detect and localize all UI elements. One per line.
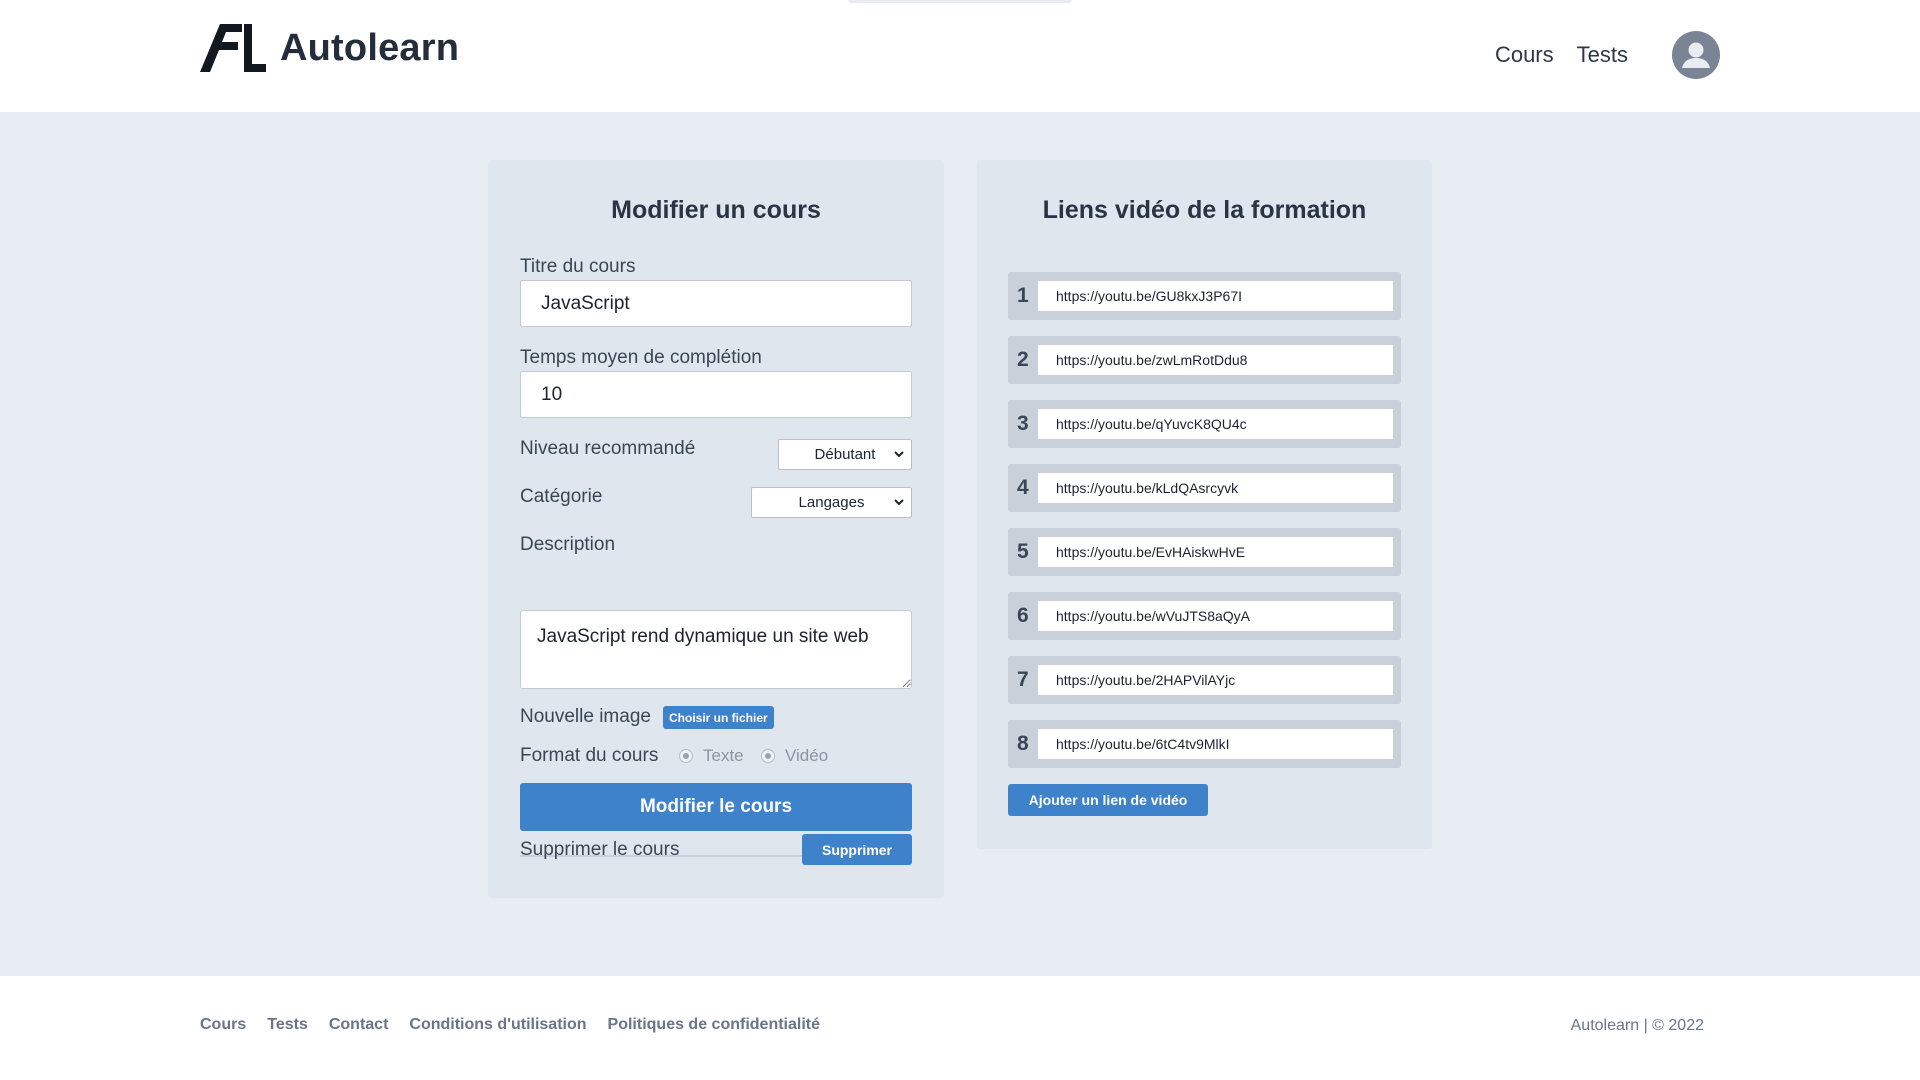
video-link-input[interactable] [1038, 601, 1393, 631]
level-select-value: Débutant [814, 446, 876, 463]
site-footer: Cours Tests Contact Conditions d'utilisa… [0, 976, 1920, 1080]
edit-course-panel: Modifier un cours Titre du cours Temps m… [488, 160, 944, 898]
footer-link-cours[interactable]: Cours [200, 1016, 246, 1034]
description-label: Description [520, 534, 616, 555]
chevron-down-icon [894, 499, 904, 506]
category-label: Catégorie [520, 486, 603, 507]
avg-time-label: Temps moyen de complétion [520, 347, 762, 368]
footer-link-privacy[interactable]: Politiques de confidentialité [608, 1016, 820, 1034]
footer-link-contact[interactable]: Contact [329, 1016, 389, 1034]
video-link-number: 2 [1017, 348, 1029, 371]
video-link-row: 5 [1008, 528, 1401, 576]
radio-texte[interactable] [679, 749, 693, 763]
video-link-row: 3 [1008, 400, 1401, 448]
video-link-row: 4 [1008, 464, 1401, 512]
footer-copyright: Autolearn | © 2022 [1570, 1017, 1704, 1034]
site-header: Autolearn Cours Tests [0, 0, 1920, 112]
delete-course-label: Supprimer le cours [520, 839, 680, 860]
video-link-input[interactable] [1038, 345, 1393, 375]
image-label: Nouvelle image [520, 706, 651, 727]
main-nav: Cours Tests [1495, 42, 1628, 68]
choose-file-button[interactable]: Choisir un fichier [663, 706, 774, 729]
video-link-input[interactable] [1038, 473, 1393, 503]
course-title-label: Titre du cours [520, 256, 636, 277]
edit-course-title: Modifier un cours [611, 196, 821, 224]
format-option-texte[interactable]: Texte [679, 746, 744, 766]
user-silhouette-icon [1682, 42, 1710, 68]
video-link-row: 2 [1008, 336, 1401, 384]
video-link-row: 8 [1008, 720, 1401, 768]
footer-link-tests[interactable]: Tests [267, 1016, 308, 1034]
format-option-label: Vidéo [785, 746, 829, 765]
level-select[interactable]: Débutant [778, 439, 912, 470]
description-textarea[interactable]: JavaScript rend dynamique un site web [520, 610, 912, 689]
video-link-number: 8 [1017, 732, 1029, 755]
video-link-input[interactable] [1038, 665, 1393, 695]
add-video-link-button[interactable]: Ajouter un lien de vidéo [1008, 784, 1208, 816]
chevron-down-icon [894, 451, 904, 458]
delete-course-button[interactable]: Supprimer [802, 834, 912, 865]
video-link-number: 6 [1017, 604, 1029, 627]
video-link-number: 5 [1017, 540, 1029, 563]
video-link-number: 1 [1017, 284, 1029, 307]
video-link-input[interactable] [1038, 281, 1393, 311]
video-link-input[interactable] [1038, 729, 1393, 759]
format-option-label: Texte [703, 746, 744, 765]
brand-name: Autolearn [280, 26, 460, 69]
format-option-video[interactable]: Vidéo [761, 746, 828, 766]
format-label: Format du cours [520, 745, 659, 766]
footer-link-terms[interactable]: Conditions d'utilisation [409, 1016, 586, 1034]
video-link-number: 7 [1017, 668, 1029, 691]
level-label: Niveau recommandé [520, 438, 696, 459]
submit-course-button[interactable]: Modifier le cours [520, 783, 912, 831]
course-title-input[interactable] [520, 280, 912, 327]
nav-link-cours[interactable]: Cours [1495, 42, 1554, 68]
video-link-number: 3 [1017, 412, 1029, 435]
logo-icon [200, 24, 266, 72]
video-links-title: Liens vidéo de la formation [1042, 196, 1367, 224]
category-select-value: Langages [798, 494, 865, 511]
radio-video[interactable] [761, 749, 775, 763]
header-notch [848, 0, 1072, 3]
video-link-input[interactable] [1038, 409, 1393, 439]
avg-time-input[interactable] [520, 371, 912, 418]
nav-link-tests[interactable]: Tests [1577, 42, 1628, 68]
video-link-row: 7 [1008, 656, 1401, 704]
footer-nav: Cours Tests Contact Conditions d'utilisa… [200, 1016, 820, 1034]
video-link-row: 1 [1008, 272, 1401, 320]
user-avatar-icon[interactable] [1672, 31, 1720, 79]
video-link-number: 4 [1017, 476, 1029, 499]
video-link-row: 6 [1008, 592, 1401, 640]
category-select[interactable]: Langages [751, 487, 912, 518]
video-links-panel: Liens vidéo de la formation 1 2 3 4 5 6 … [977, 160, 1432, 849]
video-link-input[interactable] [1038, 537, 1393, 567]
logo-link[interactable]: Autolearn [200, 22, 459, 74]
main-content: Modifier un cours Titre du cours Temps m… [0, 112, 1920, 976]
